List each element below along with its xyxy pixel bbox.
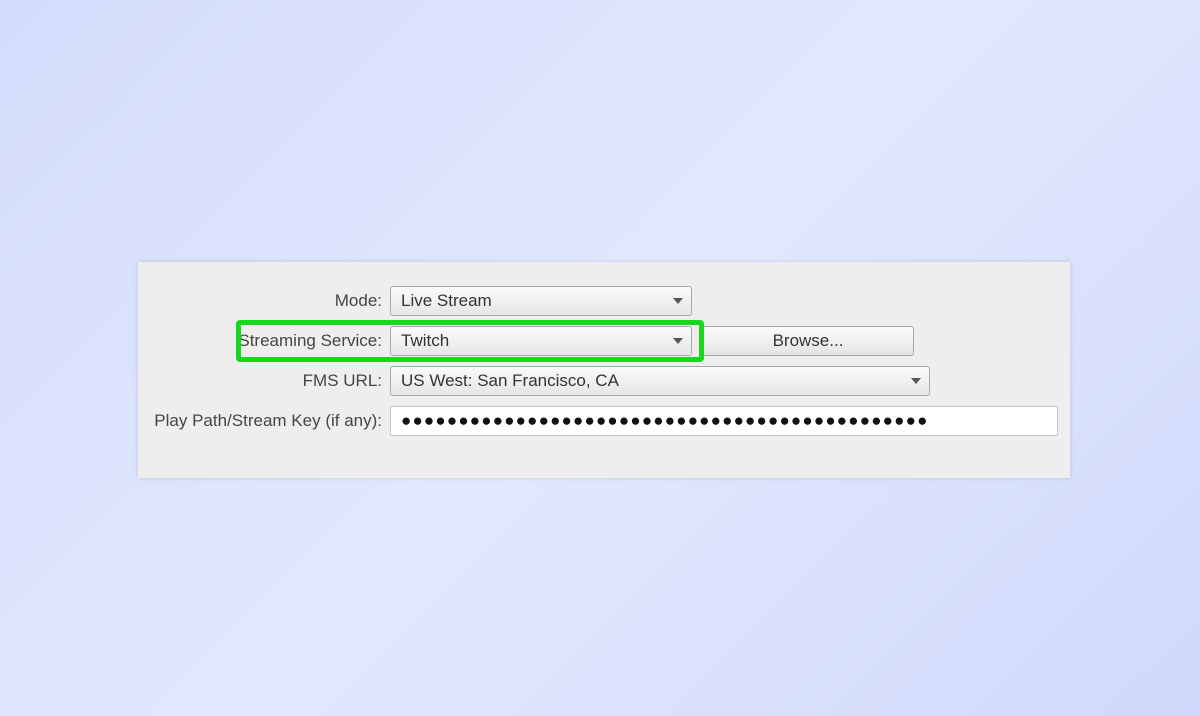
chevron-down-icon xyxy=(673,338,683,344)
fms-url-value: US West: San Francisco, CA xyxy=(401,371,619,391)
stream-key-input[interactable]: ●●●●●●●●●●●●●●●●●●●●●●●●●●●●●●●●●●●●●●●●… xyxy=(390,406,1058,436)
mode-select-value: Live Stream xyxy=(401,291,492,311)
row-stream-key: Play Path/Stream Key (if any): ●●●●●●●●●… xyxy=(138,406,1070,436)
row-mode: Mode: Live Stream xyxy=(138,286,1070,316)
mode-select[interactable]: Live Stream xyxy=(390,286,692,316)
chevron-down-icon xyxy=(673,298,683,304)
row-streaming-service: Streaming Service: Twitch Browse... xyxy=(138,326,1070,356)
fms-url-label: FMS URL: xyxy=(138,371,390,391)
chevron-down-icon xyxy=(911,378,921,384)
streaming-service-select[interactable]: Twitch xyxy=(390,326,692,356)
broadcast-settings-panel: Mode: Live Stream Streaming Service: Twi… xyxy=(138,262,1070,478)
fms-url-select[interactable]: US West: San Francisco, CA xyxy=(390,366,930,396)
stream-key-value: ●●●●●●●●●●●●●●●●●●●●●●●●●●●●●●●●●●●●●●●●… xyxy=(401,411,929,431)
stream-key-label: Play Path/Stream Key (if any): xyxy=(138,411,390,431)
streaming-service-label: Streaming Service: xyxy=(138,331,390,351)
browse-button-label: Browse... xyxy=(773,331,844,351)
mode-label: Mode: xyxy=(138,291,390,311)
row-fms-url: FMS URL: US West: San Francisco, CA xyxy=(138,366,1070,396)
streaming-service-value: Twitch xyxy=(401,331,449,351)
browse-button[interactable]: Browse... xyxy=(702,326,914,356)
